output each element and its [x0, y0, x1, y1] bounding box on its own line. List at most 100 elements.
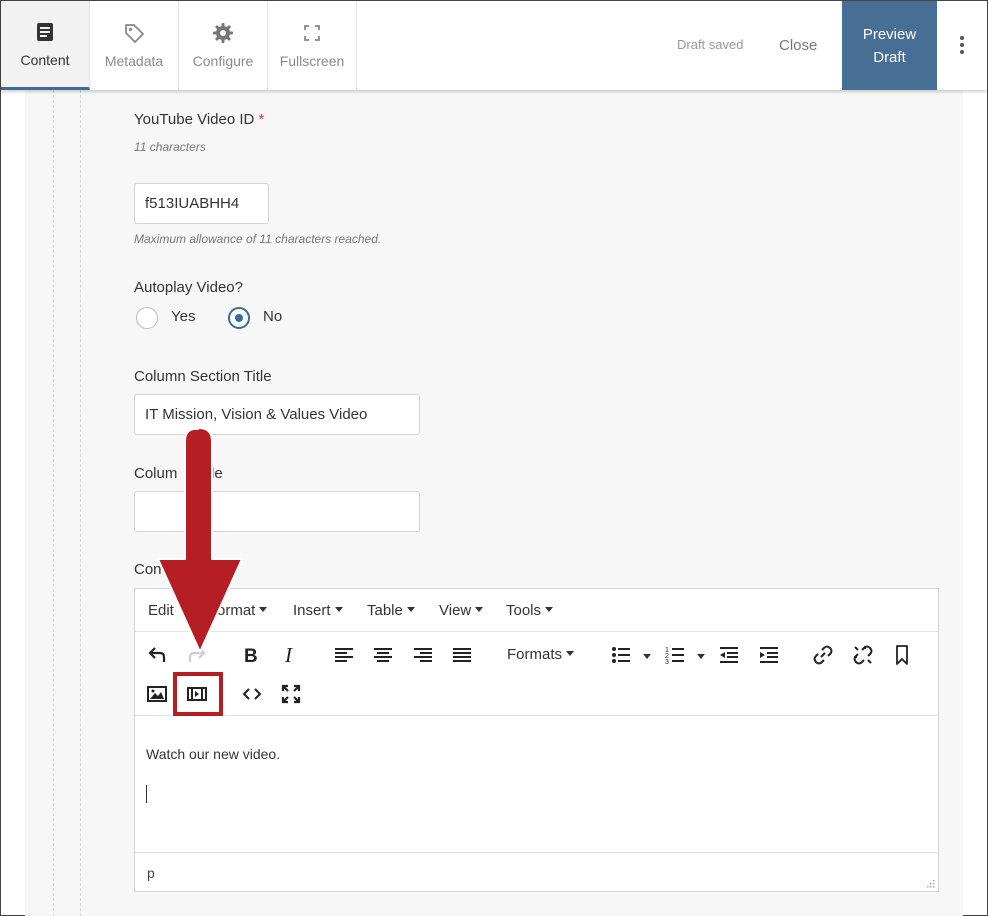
column-title-label: Colum: [134, 465, 178, 482]
image-icon: [147, 686, 167, 702]
unlink-icon: [853, 645, 873, 665]
editor-fullscreen-button[interactable]: [278, 681, 304, 707]
tab-fullscreen[interactable]: Fullscreen: [268, 1, 357, 90]
youtube-id-label: YouTube Video ID *: [134, 111, 264, 128]
editor-content[interactable]: Watch our new video.: [135, 717, 938, 852]
autoplay-no-radio[interactable]: [228, 307, 250, 329]
bold-button[interactable]: B: [237, 642, 263, 668]
outdent-icon: [720, 647, 738, 663]
tab-metadata-label: Metadata: [104, 53, 164, 69]
required-mark: *: [258, 111, 265, 128]
chevron-down-icon: [545, 607, 554, 612]
content-label: Con: [134, 561, 162, 578]
editor-statusbar: p: [135, 852, 938, 891]
youtube-id-input[interactable]: f513IUABHH4: [134, 183, 269, 224]
tab-content[interactable]: Content: [1, 1, 90, 90]
rich-text-editor: Edit ormat Insert Table View Tools B I F…: [134, 588, 939, 892]
chevron-down-icon: [475, 607, 484, 612]
tab-content-label: Content: [20, 51, 70, 68]
autoplay-no-label: No: [263, 308, 283, 325]
text-cursor: [146, 785, 147, 803]
bookmark-button[interactable]: [889, 642, 915, 668]
nesting-guide: [53, 90, 54, 916]
formats-dropdown[interactable]: Formats: [507, 646, 575, 663]
svg-text:3: 3: [665, 659, 669, 666]
autoplay-label: Autoplay Video?: [134, 279, 243, 296]
source-code-button[interactable]: [239, 681, 265, 707]
svg-text:B: B: [244, 646, 258, 666]
undo-icon: [148, 647, 166, 662]
menu-format-label: ormat: [217, 602, 256, 619]
youtube-id-help: Maximum allowance of 11 characters reach…: [134, 232, 382, 246]
chevron-down-icon: [566, 651, 575, 656]
close-button[interactable]: Close: [779, 37, 817, 54]
nesting-guide: [80, 90, 81, 916]
tab-metadata[interactable]: Metadata: [90, 1, 179, 90]
preview-label-line1: Preview: [862, 25, 917, 43]
menu-tools[interactable]: Tools: [506, 602, 554, 619]
autoplay-yes-label: Yes: [171, 308, 196, 325]
tab-fullscreen-label: Fullscreen: [279, 53, 345, 69]
menu-edit-label: Edit: [148, 602, 174, 619]
column-section-title-input[interactable]: IT Mission, Vision & Values Video: [134, 394, 420, 435]
italic-button[interactable]: I: [277, 642, 303, 668]
editor-paragraph: Watch our new video.: [146, 746, 281, 762]
bookmark-icon: [896, 645, 908, 665]
tab-configure-label: Configure: [192, 53, 254, 69]
undo-button[interactable]: [144, 642, 170, 668]
menu-view-label: View: [439, 602, 472, 619]
preview-draft-button[interactable]: Preview Draft: [842, 1, 937, 90]
gear-icon: [213, 23, 233, 43]
align-left-icon: [335, 648, 353, 662]
formats-label: Formats: [507, 646, 563, 663]
menu-view[interactable]: View: [439, 602, 484, 619]
column-title-input[interactable]: [134, 491, 420, 532]
align-right-button[interactable]: [410, 642, 436, 668]
document-icon: [37, 22, 53, 41]
element-path[interactable]: p: [147, 865, 155, 881]
chevron-down-icon: [406, 607, 415, 612]
align-center-button[interactable]: [370, 642, 396, 668]
redo-button[interactable]: [184, 642, 210, 668]
link-button[interactable]: [810, 642, 836, 668]
numbered-list-button[interactable]: 123: [662, 642, 688, 668]
link-icon: [813, 645, 833, 665]
menu-table-label: Table: [367, 602, 403, 619]
more-options-icon[interactable]: [951, 33, 973, 57]
unlink-button[interactable]: [850, 642, 876, 668]
insert-image-button[interactable]: [144, 681, 170, 707]
draft-status: Draft saved: [677, 37, 744, 52]
tag-icon: [125, 24, 144, 43]
top-bar: Content Metadata Configure Fullscreen Dr…: [1, 1, 987, 90]
chevron-down-icon: [259, 607, 268, 612]
numbered-list-icon: 123: [665, 647, 684, 666]
menu-format[interactable]: ormat: [217, 602, 268, 619]
preview-label-line2: Draft: [873, 48, 906, 66]
menu-table[interactable]: Table: [367, 602, 415, 619]
autoplay-yes-radio[interactable]: [136, 307, 158, 329]
tab-configure[interactable]: Configure: [179, 1, 268, 90]
outdent-button[interactable]: [716, 642, 742, 668]
youtube-id-hint: 11 characters: [134, 140, 206, 154]
italic-icon: I: [284, 644, 293, 666]
column-section-title-label: Column Section Title: [134, 368, 272, 385]
editor-menubar: Edit ormat Insert Table View Tools: [135, 589, 938, 632]
svg-text:I: I: [284, 644, 293, 666]
menu-edit[interactable]: Edit: [148, 602, 174, 619]
bullet-list-button[interactable]: [608, 642, 634, 668]
indent-button[interactable]: [756, 642, 782, 668]
bullet-list-icon: [612, 647, 630, 663]
menu-tools-label: Tools: [506, 602, 542, 619]
column-title-label-tail: le: [211, 465, 223, 482]
align-left-button[interactable]: [331, 642, 357, 668]
media-button-highlight: [173, 672, 223, 716]
resize-grip-icon[interactable]: [925, 878, 935, 888]
menu-insert[interactable]: Insert: [293, 602, 343, 619]
bullet-list-options-icon[interactable]: [643, 654, 651, 659]
align-justify-icon: [453, 648, 471, 662]
fullscreen-icon: [281, 684, 301, 704]
align-justify-button[interactable]: [449, 642, 475, 668]
indent-icon: [760, 647, 778, 663]
numbered-list-options-icon[interactable]: [697, 654, 705, 659]
code-icon: [242, 688, 262, 700]
